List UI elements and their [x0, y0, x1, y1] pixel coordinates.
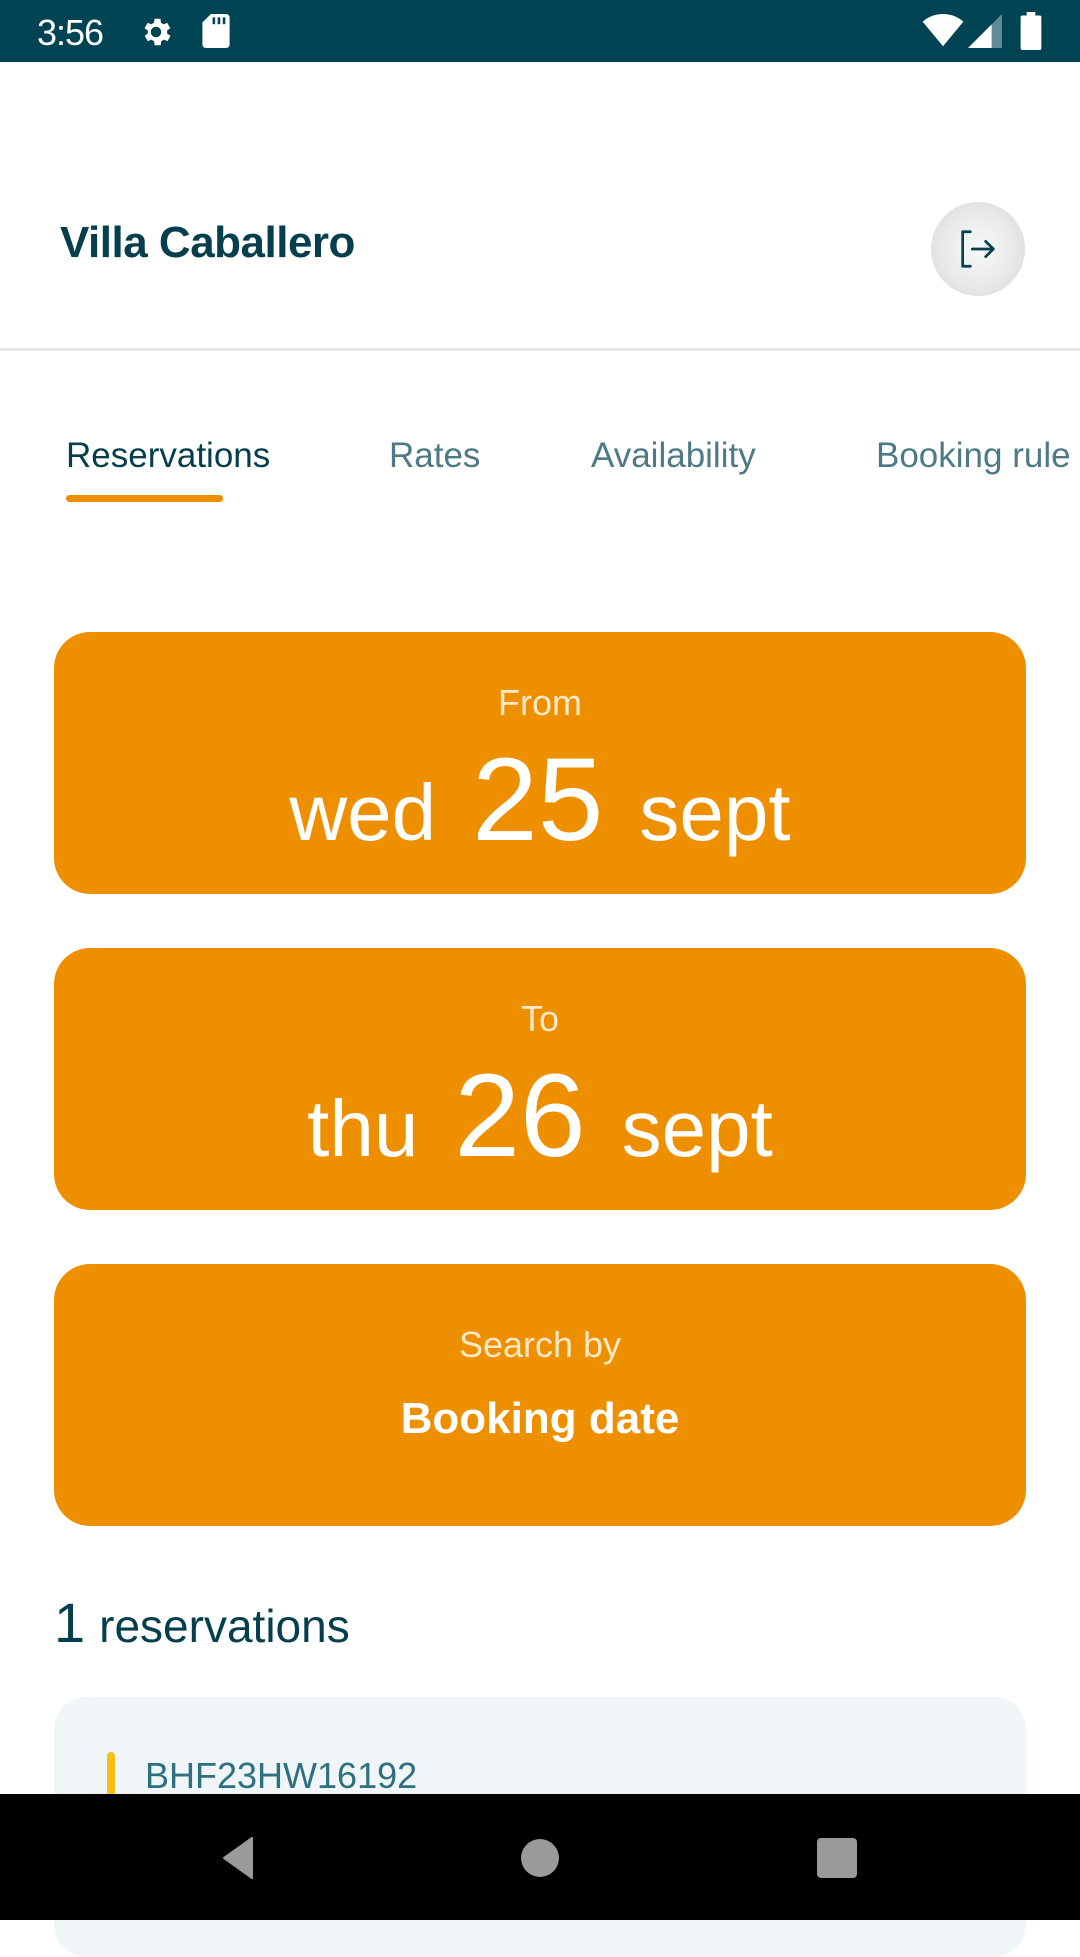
logout-icon — [961, 230, 995, 268]
tab-rates[interactable]: Rates — [389, 436, 480, 476]
property-title: Villa Caballero — [60, 218, 355, 267]
search-by-label: Search by — [458, 1324, 622, 1365]
to-month: sept — [621, 1084, 773, 1173]
reservation-count: 1 reservations — [54, 1590, 350, 1655]
signal-icon — [968, 14, 1002, 48]
from-date-button[interactable]: From wed 25 sept — [54, 632, 1026, 894]
from-date: wed 25 sept — [54, 732, 1026, 868]
logout-button[interactable] — [931, 202, 1025, 296]
reservation-count-label: reservations — [99, 1600, 350, 1652]
tab-bar: Reservations Rates Availability Booking … — [0, 430, 1080, 510]
tab-booking-rules[interactable]: Booking rule — [876, 436, 1071, 476]
from-weekday: wed — [289, 768, 437, 857]
battery-icon — [1020, 12, 1042, 50]
header-divider — [0, 348, 1080, 351]
recents-icon[interactable] — [813, 1834, 861, 1882]
home-icon[interactable] — [516, 1834, 564, 1882]
from-month: sept — [639, 768, 791, 857]
tab-availability[interactable]: Availability — [591, 436, 756, 476]
from-label: From — [498, 682, 582, 723]
to-label: To — [520, 998, 560, 1039]
reservation-count-number: 1 — [54, 1591, 86, 1654]
back-icon[interactable] — [216, 1834, 264, 1882]
gear-icon — [144, 18, 171, 46]
sd-card-icon — [202, 14, 230, 48]
wifi-icon — [922, 14, 964, 47]
navigation-bar — [0, 1794, 1080, 1920]
status-bar: 3:56 — [0, 0, 1080, 62]
tab-reservations[interactable]: Reservations — [66, 436, 270, 476]
to-date: thu 26 sept — [54, 1048, 1026, 1184]
status-time: 3:56 — [37, 12, 104, 53]
from-day: 25 — [472, 734, 604, 866]
to-date-button[interactable]: To thu 26 sept — [54, 948, 1026, 1210]
to-day: 26 — [454, 1050, 586, 1182]
active-tab-indicator — [66, 495, 223, 502]
reservation-code: BHF23HW16192 — [145, 1755, 418, 1796]
search-by-value: Booking date — [400, 1394, 680, 1443]
to-weekday: thu — [307, 1084, 419, 1173]
search-by-button[interactable]: Search by Booking date — [54, 1264, 1026, 1526]
